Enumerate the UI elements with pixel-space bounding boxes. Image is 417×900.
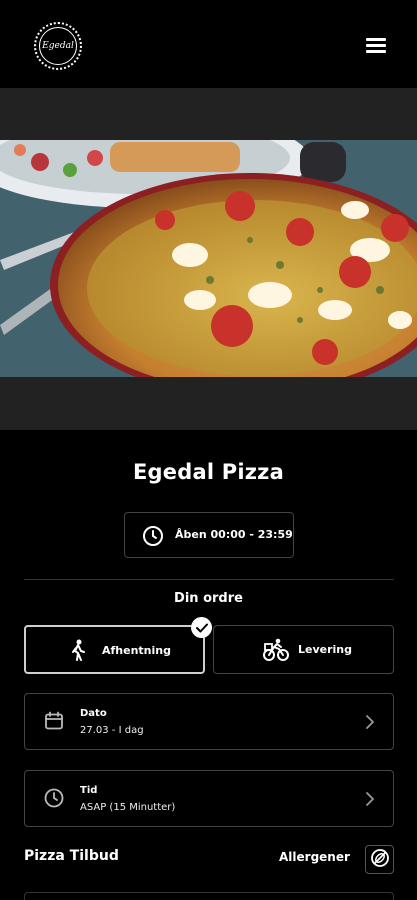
chevron-right-icon bbox=[365, 791, 375, 811]
calendar-icon bbox=[44, 711, 64, 735]
pizza-hero-image bbox=[0, 140, 417, 377]
section-title: Pizza Tilbud bbox=[24, 848, 119, 864]
order-title: Din ordre bbox=[174, 591, 243, 606]
delivery-label: Levering bbox=[298, 643, 353, 656]
opening-hours-badge[interactable]: Åben 00:00 - 23:59 bbox=[124, 512, 294, 558]
logo-text: Egedal bbox=[39, 27, 77, 65]
date-label: Dato bbox=[80, 708, 107, 719]
menu-item-card[interactable] bbox=[24, 892, 394, 900]
clock-icon bbox=[142, 525, 164, 551]
clock-icon bbox=[44, 788, 64, 812]
time-value: ASAP (15 Minutter) bbox=[80, 802, 176, 813]
walking-person-icon bbox=[69, 639, 87, 665]
hamburger-icon bbox=[366, 38, 386, 41]
divider bbox=[24, 579, 394, 580]
restaurant-name: Egedal Pizza bbox=[133, 460, 284, 484]
time-label: Tid bbox=[80, 785, 98, 796]
pickup-option[interactable]: Afhentning bbox=[24, 625, 205, 674]
allergen-filter-button[interactable] bbox=[365, 845, 394, 874]
opening-hours-text: Åben 00:00 - 23:59 bbox=[175, 528, 293, 541]
date-value: 27.03 - I dag bbox=[80, 725, 144, 736]
hamburger-menu-button[interactable] bbox=[366, 36, 388, 54]
chevron-right-icon bbox=[365, 714, 375, 734]
no-allergen-icon bbox=[370, 848, 390, 872]
bicycle-icon bbox=[263, 638, 289, 666]
time-selector[interactable]: Tid ASAP (15 Minutter) bbox=[24, 770, 394, 827]
allergen-label[interactable]: Allergener bbox=[279, 850, 350, 864]
app-header: Egedal bbox=[0, 0, 417, 88]
selected-check-icon bbox=[191, 617, 212, 638]
pickup-label: Afhentning bbox=[102, 644, 171, 657]
delivery-option[interactable]: Levering bbox=[213, 625, 394, 674]
restaurant-logo[interactable]: Egedal bbox=[34, 22, 82, 70]
date-selector[interactable]: Dato 27.03 - I dag bbox=[24, 693, 394, 750]
